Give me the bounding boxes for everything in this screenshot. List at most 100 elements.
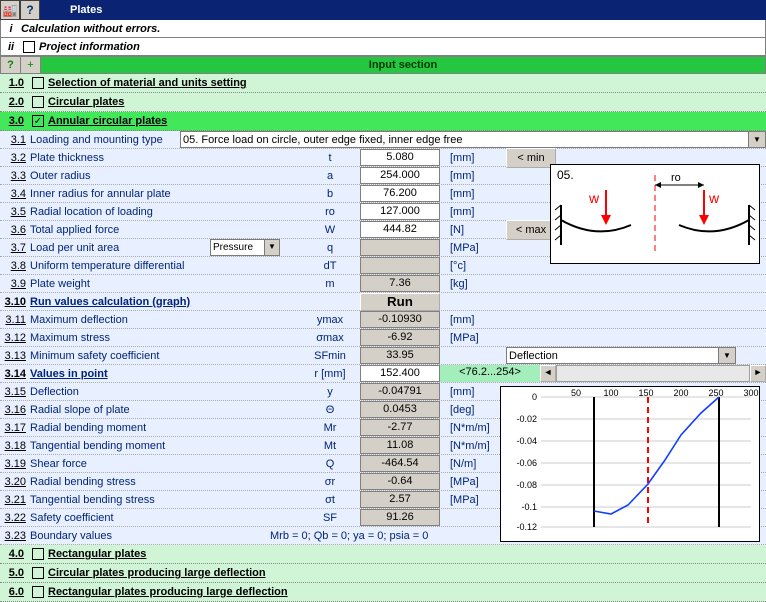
- row-symbol: σmax: [300, 332, 360, 344]
- section-2[interactable]: 2.0 Circular plates: [0, 93, 766, 112]
- max-button[interactable]: < max: [506, 220, 556, 240]
- row-symbol: r [mm]: [300, 368, 360, 380]
- load-type-dropdown[interactable]: Pressure: [210, 239, 280, 256]
- section-num: 6.0: [0, 586, 28, 598]
- checkbox-checked[interactable]: ✓: [32, 115, 44, 127]
- row-symbol: q: [300, 242, 360, 254]
- row-run-calculation: 3.10 Run values calculation (graph) Run: [0, 293, 766, 311]
- input-section-header: ? + Input section: [0, 56, 766, 74]
- svg-text:150: 150: [638, 388, 653, 398]
- range-hint: <76.2...254>: [440, 365, 540, 382]
- row-num: 3.13: [0, 350, 30, 362]
- section-5[interactable]: 5.0 Circular plates producing large defl…: [0, 564, 766, 583]
- row-unit: [mm]: [440, 170, 500, 182]
- run-button[interactable]: Run: [360, 293, 440, 311]
- max-deflection-value: -0.10930: [360, 311, 440, 328]
- svg-text:ro: ro: [671, 172, 681, 184]
- section-label: Rectangular plates producing large defle…: [48, 586, 288, 598]
- row-symbol: Θ: [300, 404, 360, 416]
- svg-text:-0.08: -0.08: [516, 480, 537, 490]
- row-num: 3.17: [0, 422, 30, 434]
- row-min-safety: 3.13 Minimum safety coefficient SFmin 33…: [0, 347, 766, 365]
- checkbox[interactable]: [32, 96, 44, 108]
- row-label: Radial location of loading: [30, 206, 210, 218]
- thickness-input[interactable]: 5.080: [360, 149, 440, 166]
- diagram-label-icon: 05.: [557, 168, 574, 182]
- row-num: 3.22: [0, 512, 30, 524]
- row-num: 3.14: [0, 368, 30, 380]
- row-symbol: Q: [300, 458, 360, 470]
- checkbox[interactable]: [32, 548, 44, 560]
- row-label: Values in point: [30, 368, 210, 380]
- row-unit: [mm]: [440, 386, 500, 398]
- section-label: Rectangular plates: [48, 548, 146, 560]
- expand-button[interactable]: +: [21, 57, 41, 73]
- dropdown-value: 05. Force load on circle, outer edge fix…: [183, 134, 462, 146]
- row-unit: [°c]: [440, 260, 500, 272]
- radial-moment-value: -2.77: [360, 419, 440, 436]
- shear-force-value: -464.54: [360, 455, 440, 472]
- svg-text:w: w: [708, 190, 720, 206]
- row-label: Radial bending moment: [30, 422, 210, 434]
- row-num: 3.9: [0, 278, 30, 290]
- row-loading-type: 3.1 Loading and mounting type 05. Force …: [0, 131, 766, 149]
- help-icon[interactable]: ?: [20, 0, 40, 20]
- loading-type-dropdown[interactable]: 05. Force load on circle, outer edge fix…: [180, 131, 766, 148]
- checkbox[interactable]: [32, 77, 44, 89]
- radial-location-input[interactable]: 127.000: [360, 203, 440, 220]
- svg-text:-0.06: -0.06: [516, 458, 537, 468]
- row-label: Shear force: [30, 458, 210, 470]
- section-6[interactable]: 6.0 Rectangular plates producing large d…: [0, 583, 766, 602]
- tangential-stress-value: 2.57: [360, 491, 440, 508]
- row-num: 3.7: [0, 242, 30, 254]
- row-label: Inner radius for annular plate: [30, 188, 210, 200]
- row-num: 3.18: [0, 440, 30, 452]
- plot-variable-dropdown[interactable]: Deflection: [506, 347, 736, 364]
- row-num: 3.3: [0, 170, 30, 182]
- inner-radius-input[interactable]: 76.200: [360, 185, 440, 202]
- section-3[interactable]: 3.0 ✓ Annular circular plates: [0, 112, 766, 131]
- help-button[interactable]: ?: [1, 57, 21, 73]
- section-label: Circular plates producing large deflecti…: [48, 567, 266, 579]
- scroll-left-icon[interactable]: ◄: [540, 365, 556, 382]
- min-safety-value: 33.95: [360, 347, 440, 364]
- row-symbol: W: [300, 224, 360, 236]
- row-unit: [MPa]: [440, 476, 500, 488]
- row-num: 3.10: [0, 296, 30, 308]
- row-label: Plate weight: [30, 278, 210, 290]
- row-max-stress: 3.12 Maximum stress σmax -6.92 [MPa]: [0, 329, 766, 347]
- row-symbol: a: [300, 170, 360, 182]
- row-num: 3.21: [0, 494, 30, 506]
- row-label: Maximum stress: [30, 332, 210, 344]
- min-button[interactable]: < min: [506, 148, 556, 168]
- row-unit: [N/m]: [440, 458, 500, 470]
- section-title: Input section: [41, 59, 765, 71]
- section-1[interactable]: 1.0 Selection of material and units sett…: [0, 74, 766, 93]
- app-icon[interactable]: 🏭: [0, 0, 20, 20]
- checkbox[interactable]: [23, 41, 35, 53]
- row-label: Uniform temperature differential: [30, 260, 210, 272]
- row-symbol: Mr: [300, 422, 360, 434]
- row-label: Plate thickness: [30, 152, 210, 164]
- checkbox[interactable]: [32, 567, 44, 579]
- row-label: Load per unit area: [30, 242, 210, 254]
- row-symbol: ro: [300, 206, 360, 218]
- svg-text:300: 300: [743, 388, 758, 398]
- scrollbar[interactable]: [556, 365, 750, 382]
- row-symbol: SFmin: [300, 350, 360, 362]
- point-r-input[interactable]: 152.400: [360, 365, 440, 382]
- status-row-i: i Calculation without errors.: [0, 20, 766, 38]
- row-label: Loading and mounting type: [30, 134, 180, 146]
- row-label: Minimum safety coefficient: [30, 350, 210, 362]
- deflection-chart: 0 -0.02 -0.04 -0.06 -0.08 -0.1 -0.12 50 …: [500, 386, 760, 542]
- scroll-right-icon[interactable]: ►: [750, 365, 766, 382]
- row-unit: [N*m/m]: [440, 440, 500, 452]
- row-symbol: σt: [300, 494, 360, 506]
- section-4[interactable]: 4.0 Rectangular plates: [0, 545, 766, 564]
- checkbox[interactable]: [32, 586, 44, 598]
- svg-text:-0.04: -0.04: [516, 436, 537, 446]
- force-input[interactable]: 444.82: [360, 221, 440, 238]
- row-symbol: σr: [300, 476, 360, 488]
- row-symbol: b: [300, 188, 360, 200]
- outer-radius-input[interactable]: 254.000: [360, 167, 440, 184]
